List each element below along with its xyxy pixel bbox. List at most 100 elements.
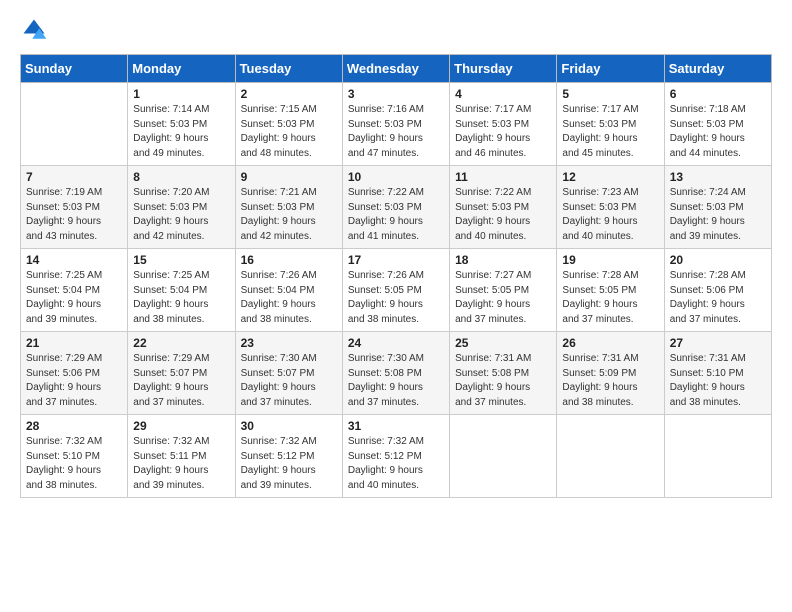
day-info: Sunrise: 7:29 AMSunset: 5:07 PMDaylight:…	[133, 352, 229, 410]
calendar-cell: 23Sunrise: 7:30 AMSunset: 5:07 PMDayligh…	[235, 332, 342, 415]
header-day-friday: Friday	[557, 55, 664, 83]
calendar-header-row: SundayMondayTuesdayWednesdayThursdayFrid…	[21, 55, 772, 83]
day-info: Sunrise: 7:32 AMSunset: 5:10 PMDaylight:…	[26, 435, 122, 493]
day-info: Sunrise: 7:21 AMSunset: 5:03 PMDaylight:…	[241, 186, 337, 244]
day-info: Sunrise: 7:32 AMSunset: 5:11 PMDaylight:…	[133, 435, 229, 493]
day-number: 2	[241, 87, 337, 101]
calendar-cell: 2 Sunrise: 7:15 AMSunset: 5:03 PMDaylight…	[235, 83, 342, 166]
day-info: Sunrise: 7:15 AMSunset: 5:03 PMDaylight:…	[241, 103, 337, 161]
day-number: 4	[455, 87, 551, 101]
day-info: Sunrise: 7:20 AMSunset: 5:03 PMDaylight:…	[133, 186, 229, 244]
header-day-monday: Monday	[128, 55, 235, 83]
logo-icon	[20, 16, 48, 44]
header-day-thursday: Thursday	[450, 55, 557, 83]
calendar-cell: 6 Sunrise: 7:18 AMSunset: 5:03 PMDaylight…	[664, 83, 771, 166]
calendar-cell: 17Sunrise: 7:26 AMSunset: 5:05 PMDayligh…	[342, 249, 449, 332]
day-info: Sunrise: 7:32 AMSunset: 5:12 PMDaylight:…	[348, 435, 444, 493]
calendar-cell: 28 Sunrise: 7:32 AMSunset: 5:10 PMDayligh…	[21, 415, 128, 498]
day-info: Sunrise: 7:31 AMSunset: 5:09 PMDaylight:…	[562, 352, 658, 410]
day-info: Sunrise: 7:26 AMSunset: 5:05 PMDaylight:…	[348, 269, 444, 327]
calendar-cell: 12Sunrise: 7:23 AMSunset: 5:03 PMDayligh…	[557, 166, 664, 249]
calendar-cell: 5 Sunrise: 7:17 AMSunset: 5:03 PMDaylight…	[557, 83, 664, 166]
day-info: Sunrise: 7:29 AMSunset: 5:06 PMDaylight:…	[26, 352, 122, 410]
calendar-cell: 9 Sunrise: 7:21 AMSunset: 5:03 PMDaylight…	[235, 166, 342, 249]
calendar-cell: 31 Sunrise: 7:32 AMSunset: 5:12 PMDayligh…	[342, 415, 449, 498]
day-number: 15	[133, 253, 229, 267]
day-number: 7	[26, 170, 122, 184]
day-number: 14	[26, 253, 122, 267]
day-info: Sunrise: 7:24 AMSunset: 5:03 PMDaylight:…	[670, 186, 766, 244]
calendar-cell: 20 Sunrise: 7:28 AMSunset: 5:06 PMDayligh…	[664, 249, 771, 332]
day-info: Sunrise: 7:22 AMSunset: 5:03 PMDaylight:…	[455, 186, 551, 244]
calendar-cell: 24 Sunrise: 7:30 AMSunset: 5:08 PMDayligh…	[342, 332, 449, 415]
day-number: 18	[455, 253, 551, 267]
header	[20, 16, 772, 44]
calendar-cell: 16 Sunrise: 7:26 AMSunset: 5:04 PMDayligh…	[235, 249, 342, 332]
day-info: Sunrise: 7:32 AMSunset: 5:12 PMDaylight:…	[241, 435, 337, 493]
day-info: Sunrise: 7:31 AMSunset: 5:08 PMDaylight:…	[455, 352, 551, 410]
day-info: Sunrise: 7:25 AMSunset: 5:04 PMDaylight:…	[133, 269, 229, 327]
day-number: 22	[133, 336, 229, 350]
calendar-cell: 21 Sunrise: 7:29 AMSunset: 5:06 PMDayligh…	[21, 332, 128, 415]
calendar-cell	[664, 415, 771, 498]
calendar-cell: 30 Sunrise: 7:32 AMSunset: 5:12 PMDayligh…	[235, 415, 342, 498]
day-info: Sunrise: 7:17 AMSunset: 5:03 PMDaylight:…	[562, 103, 658, 161]
day-number: 10	[348, 170, 444, 184]
week-row-1: 7 Sunrise: 7:19 AMSunset: 5:03 PMDaylight…	[21, 166, 772, 249]
week-row-3: 21 Sunrise: 7:29 AMSunset: 5:06 PMDayligh…	[21, 332, 772, 415]
day-info: Sunrise: 7:17 AMSunset: 5:03 PMDaylight:…	[455, 103, 551, 161]
calendar-table: SundayMondayTuesdayWednesdayThursdayFrid…	[20, 54, 772, 498]
header-day-wednesday: Wednesday	[342, 55, 449, 83]
day-info: Sunrise: 7:16 AMSunset: 5:03 PMDaylight:…	[348, 103, 444, 161]
calendar-cell: 27 Sunrise: 7:31 AMSunset: 5:10 PMDayligh…	[664, 332, 771, 415]
day-info: Sunrise: 7:18 AMSunset: 5:03 PMDaylight:…	[670, 103, 766, 161]
day-number: 1	[133, 87, 229, 101]
day-number: 28	[26, 419, 122, 433]
day-number: 20	[670, 253, 766, 267]
day-number: 8	[133, 170, 229, 184]
week-row-2: 14 Sunrise: 7:25 AMSunset: 5:04 PMDayligh…	[21, 249, 772, 332]
day-info: Sunrise: 7:28 AMSunset: 5:06 PMDaylight:…	[670, 269, 766, 327]
day-number: 5	[562, 87, 658, 101]
day-info: Sunrise: 7:23 AMSunset: 5:03 PMDaylight:…	[562, 186, 658, 244]
header-day-sunday: Sunday	[21, 55, 128, 83]
day-number: 25	[455, 336, 551, 350]
calendar-cell: 13Sunrise: 7:24 AMSunset: 5:03 PMDayligh…	[664, 166, 771, 249]
calendar-cell: 26 Sunrise: 7:31 AMSunset: 5:09 PMDayligh…	[557, 332, 664, 415]
calendar-cell: 7 Sunrise: 7:19 AMSunset: 5:03 PMDaylight…	[21, 166, 128, 249]
day-info: Sunrise: 7:30 AMSunset: 5:08 PMDaylight:…	[348, 352, 444, 410]
header-day-saturday: Saturday	[664, 55, 771, 83]
calendar-cell: 1Sunrise: 7:14 AMSunset: 5:03 PMDaylight…	[128, 83, 235, 166]
day-number: 3	[348, 87, 444, 101]
day-info: Sunrise: 7:31 AMSunset: 5:10 PMDaylight:…	[670, 352, 766, 410]
calendar-cell: 10 Sunrise: 7:22 AMSunset: 5:03 PMDayligh…	[342, 166, 449, 249]
day-number: 6	[670, 87, 766, 101]
calendar-cell: 15 Sunrise: 7:25 AMSunset: 5:04 PMDayligh…	[128, 249, 235, 332]
header-day-tuesday: Tuesday	[235, 55, 342, 83]
calendar-cell	[21, 83, 128, 166]
day-number: 24	[348, 336, 444, 350]
day-number: 9	[241, 170, 337, 184]
day-number: 19	[562, 253, 658, 267]
day-number: 16	[241, 253, 337, 267]
day-number: 26	[562, 336, 658, 350]
day-number: 11	[455, 170, 551, 184]
day-number: 27	[670, 336, 766, 350]
day-number: 21	[26, 336, 122, 350]
logo	[20, 16, 52, 44]
day-number: 31	[348, 419, 444, 433]
calendar-cell: 25 Sunrise: 7:31 AMSunset: 5:08 PMDayligh…	[450, 332, 557, 415]
day-info: Sunrise: 7:27 AMSunset: 5:05 PMDaylight:…	[455, 269, 551, 327]
week-row-4: 28 Sunrise: 7:32 AMSunset: 5:10 PMDayligh…	[21, 415, 772, 498]
day-info: Sunrise: 7:26 AMSunset: 5:04 PMDaylight:…	[241, 269, 337, 327]
week-row-0: 1Sunrise: 7:14 AMSunset: 5:03 PMDaylight…	[21, 83, 772, 166]
calendar-cell: 11 Sunrise: 7:22 AMSunset: 5:03 PMDayligh…	[450, 166, 557, 249]
calendar-cell	[450, 415, 557, 498]
day-info: Sunrise: 7:19 AMSunset: 5:03 PMDaylight:…	[26, 186, 122, 244]
day-info: Sunrise: 7:22 AMSunset: 5:03 PMDaylight:…	[348, 186, 444, 244]
day-number: 30	[241, 419, 337, 433]
day-number: 23	[241, 336, 337, 350]
calendar-cell: 4 Sunrise: 7:17 AMSunset: 5:03 PMDaylight…	[450, 83, 557, 166]
calendar-cell: 29Sunrise: 7:32 AMSunset: 5:11 PMDayligh…	[128, 415, 235, 498]
calendar-cell	[557, 415, 664, 498]
